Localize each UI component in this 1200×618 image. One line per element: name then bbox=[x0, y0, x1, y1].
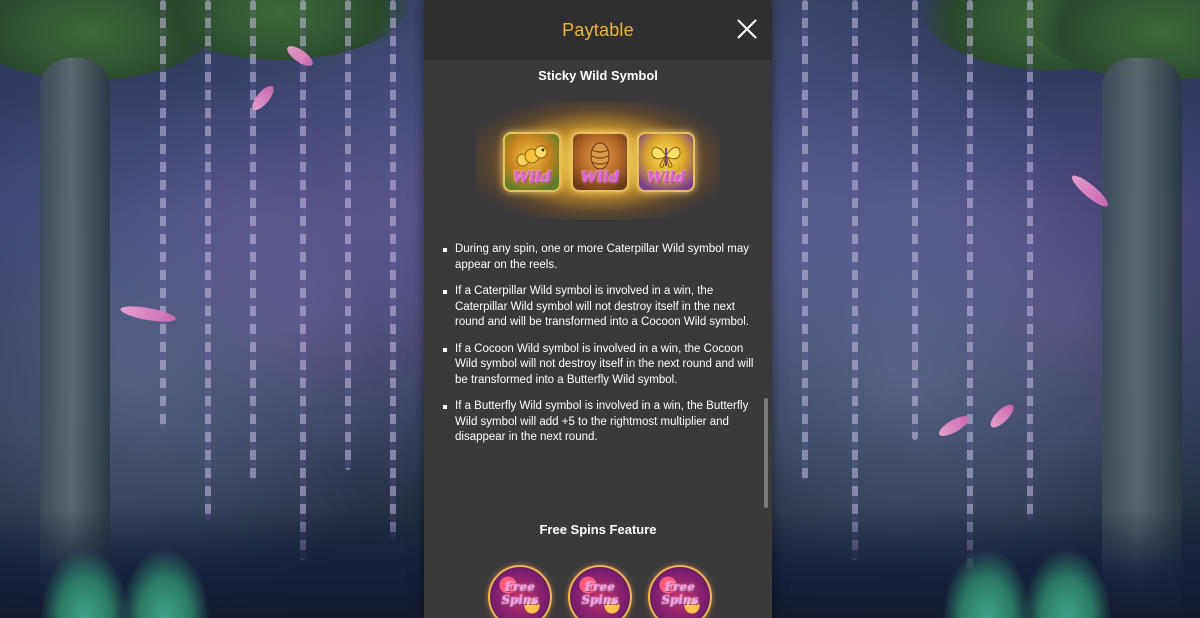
rule-item: During any spin, one or more Caterpillar… bbox=[442, 242, 758, 273]
free-spins-symbol: Free Spins bbox=[488, 565, 552, 618]
free-spins-label-line2: Spins bbox=[581, 593, 619, 607]
cocoon-wild-symbol: Wild bbox=[571, 132, 629, 192]
wild-label: Wild bbox=[512, 168, 552, 186]
paytable-header: Paytable bbox=[424, 0, 772, 60]
butterfly-icon bbox=[651, 147, 681, 168]
free-spins-label-line2: Spins bbox=[501, 593, 539, 607]
game-screen: Paytable Sticky Wild Symbol Wild Wild Wi… bbox=[0, 0, 1200, 618]
paytable-scroll-area[interactable]: Sticky Wild Symbol Wild Wild Wild During… bbox=[424, 60, 772, 618]
fern bbox=[1022, 548, 1112, 618]
forest-background-right bbox=[772, 0, 1200, 618]
wild-label: Wild bbox=[580, 168, 620, 186]
sticky-wild-title: Sticky Wild Symbol bbox=[538, 68, 658, 83]
wild-label: Wild bbox=[646, 168, 686, 186]
cocoon-icon bbox=[590, 142, 610, 170]
fern bbox=[40, 548, 130, 618]
close-icon bbox=[737, 19, 757, 39]
caterpillar-icon bbox=[516, 145, 548, 167]
forest-background-left bbox=[0, 0, 424, 618]
paytable-panel: Paytable Sticky Wild Symbol Wild Wild Wi… bbox=[424, 0, 772, 618]
butterfly-wild-symbol: Wild bbox=[637, 132, 695, 192]
scrollbar[interactable] bbox=[764, 398, 768, 508]
fern bbox=[942, 548, 1032, 618]
sticky-wild-rules-list: During any spin, one or more Caterpillar… bbox=[442, 242, 758, 457]
fern bbox=[120, 548, 210, 618]
page-title: Paytable bbox=[562, 19, 634, 40]
close-button[interactable] bbox=[734, 16, 760, 42]
caterpillar-wild-symbol: Wild bbox=[503, 132, 561, 192]
rule-item: If a Cocoon Wild symbol is involved in a… bbox=[442, 342, 758, 389]
rule-item: If a Butterfly Wild symbol is involved i… bbox=[442, 399, 758, 446]
free-spins-symbol: Free Spins bbox=[648, 565, 712, 618]
free-spins-label-line2: Spins bbox=[661, 593, 699, 607]
free-spins-title: Free Spins Feature bbox=[539, 522, 657, 537]
free-spins-symbol: Free Spins bbox=[568, 565, 632, 618]
rule-item: If a Caterpillar Wild symbol is involved… bbox=[442, 284, 758, 331]
